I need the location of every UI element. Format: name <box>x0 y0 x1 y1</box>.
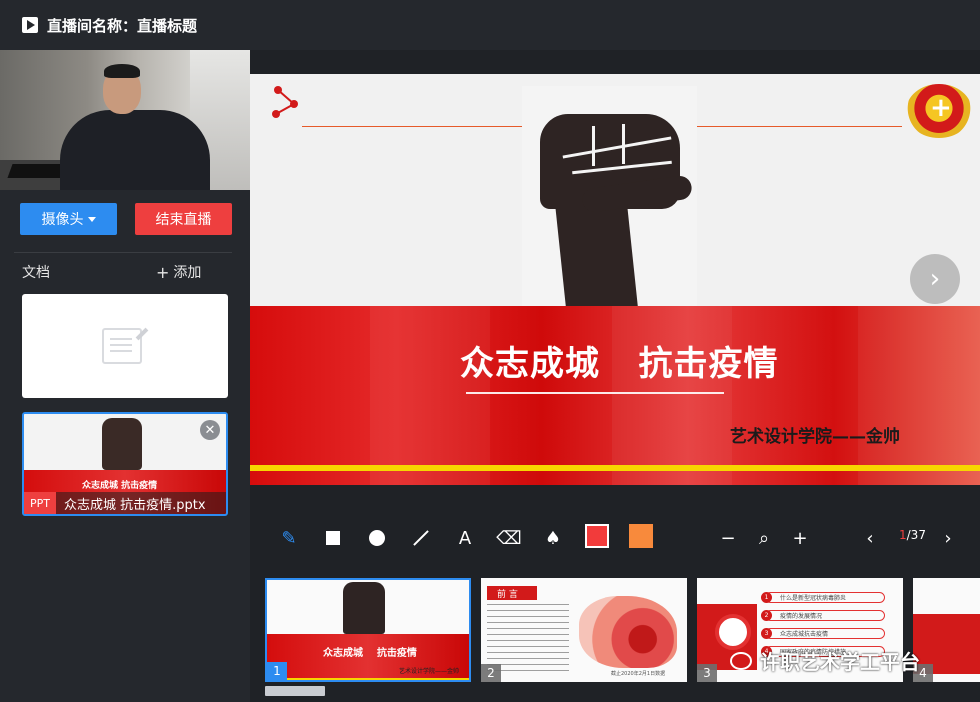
ppt-badge: PPT <box>24 492 56 514</box>
pen-color-swatch[interactable] <box>585 524 609 548</box>
next-slide-arrow-icon[interactable]: › <box>910 254 960 304</box>
emblem-icon <box>906 84 972 138</box>
thumb-agenda-item: 3 众志成城抗击疫情 <box>761 628 885 639</box>
divider <box>14 252 232 253</box>
slide-yellow-stripe <box>250 465 980 471</box>
slide-rule-left <box>302 126 522 127</box>
thumb-footnote: 截止2020年2月1日数据 <box>611 671 666 677</box>
watermark-text: 许职艺术学工平台 <box>760 650 920 674</box>
slide-thumbnail[interactable]: 众志成城 抗击疫情 艺术设计学院——金帅 1 <box>265 578 471 682</box>
zoom-in-icon[interactable]: + <box>789 527 811 549</box>
page-indicator: 1/37 <box>899 528 926 542</box>
page-current: 1 <box>899 528 907 542</box>
title-bar: 直播间名称： 直播标题 <box>0 0 980 50</box>
room-name-label: 直播间名称： <box>47 16 138 35</box>
plus-icon: + <box>156 262 170 282</box>
document-name: 众志成城 抗击疫情.pptx <box>64 497 206 513</box>
circle-tool-icon[interactable] <box>366 527 388 549</box>
drawing-toolbar: ✎ A ⌫ ♠ − ⌕ + ‹ 1/37 › <box>255 510 980 566</box>
pen-tool-icon[interactable]: ✎ <box>278 527 300 549</box>
next-page-icon[interactable]: › <box>937 527 959 549</box>
slide-subtitle: 艺术设计学院——金帅 <box>730 427 900 447</box>
fist-image <box>522 86 697 306</box>
slide-thumbnail[interactable]: 4 <box>913 578 980 682</box>
thumb-number: 3 <box>697 664 717 682</box>
thumb-subtitle: 艺术设计学院——金帅 <box>399 668 460 675</box>
document-upload-slot[interactable] <box>22 294 228 398</box>
thumbnail-scrollbar[interactable] <box>265 686 325 696</box>
fill-color-swatch[interactable] <box>629 524 653 548</box>
caret-down-icon <box>87 216 96 222</box>
close-icon[interactable]: ✕ <box>200 420 220 440</box>
page-total: /37 <box>906 528 926 542</box>
thumb-agenda-item: 2 疫情的发展情况 <box>761 610 885 621</box>
documents-label: 文档 <box>22 265 50 281</box>
laptop-icon <box>715 614 751 650</box>
line-tool-icon[interactable] <box>410 527 432 549</box>
china-map-image <box>579 596 677 668</box>
title-underline <box>466 392 724 394</box>
document-item-ppt[interactable]: 众志成城 抗击疫情 ✕ PPT 众志成城 抗击疫情.pptx <box>22 412 228 516</box>
zoom-search-icon[interactable]: ⌕ <box>753 527 775 549</box>
thumb-number: 1 <box>267 662 287 680</box>
fist-image <box>343 582 385 634</box>
live-play-icon <box>22 17 38 33</box>
slide-rule-right <box>697 126 902 127</box>
camera-button[interactable]: 摄像头 <box>20 203 117 235</box>
end-live-button[interactable]: 结束直播 <box>135 203 232 235</box>
sidebar: 摄像头 结束直播 文档 + 添加 众志成城 抗击疫情 ✕ PPT 众志成城 抗击… <box>0 50 250 702</box>
slide-canvas[interactable]: 众志成城 抗击疫情 艺术设计学院——金帅 › <box>250 74 980 485</box>
document-icon <box>102 328 142 364</box>
text-tool-icon[interactable]: A <box>454 527 476 549</box>
room-title: 直播标题 <box>137 16 198 35</box>
camera-preview <box>0 50 250 190</box>
thumb-title: 众志成城 抗击疫情 <box>323 648 417 659</box>
slide-title: 众志成城 抗击疫情 <box>460 344 779 384</box>
doc-preview-title: 众志成城 抗击疫情 <box>82 481 158 491</box>
camera-button-label: 摄像头 <box>41 212 84 228</box>
document-caption: PPT 众志成城 抗击疫情.pptx <box>24 492 226 514</box>
eraser-tool-icon[interactable]: ⌫ <box>496 527 521 549</box>
thumb-agenda-item: 1 什么是新型冠状病毒肺炎 <box>761 592 885 603</box>
thumb-header: 前 言 <box>487 586 537 600</box>
fist-image <box>102 418 142 470</box>
add-document-button[interactable]: + 添加 <box>156 262 201 282</box>
add-document-label: 添加 <box>173 265 202 281</box>
watermark: 许职艺术学工平台 <box>730 646 920 675</box>
share-icon <box>272 86 298 118</box>
slide-thumbnail[interactable]: 前 言 截止2020年2月1日数据 2 <box>481 578 687 682</box>
wechat-icon <box>730 651 752 670</box>
prev-page-icon[interactable]: ‹ <box>859 527 881 549</box>
rectangle-tool-icon[interactable] <box>322 527 344 549</box>
zoom-out-icon[interactable]: − <box>717 527 739 549</box>
thumb-number: 2 <box>481 664 501 682</box>
clear-brush-icon[interactable]: ♠ <box>542 527 564 549</box>
